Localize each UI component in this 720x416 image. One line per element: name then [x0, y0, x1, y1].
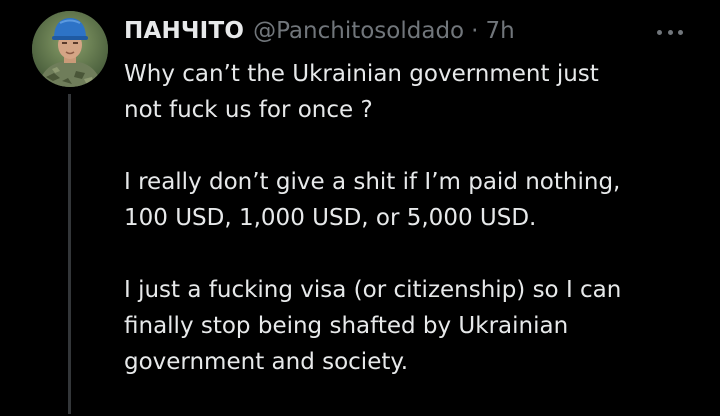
tweet-paragraph-2: I really don’t give a shit if I’m paid n… — [124, 164, 714, 236]
separator-dot: · — [471, 18, 479, 44]
tweet-text-line: finally stop being shafted by Ukrainian — [124, 313, 569, 339]
tweet-text-line: 100 USD, 1,000 USD, or 5,000 USD. — [124, 205, 537, 231]
tweet-text-line: not fuck us for once ? — [124, 97, 373, 123]
tweet-paragraph-3: I just a fucking visa (or citizenship) s… — [124, 272, 714, 380]
tweet-text-line: Why can’t the Ukrainian government just — [124, 61, 599, 87]
avatar-image — [32, 11, 108, 87]
user-handle[interactable]: @Panchitosoldado — [253, 18, 464, 44]
tweet-paragraph-1: Why can’t the Ukrainian government just … — [124, 56, 714, 128]
tweet-text: Why can’t the Ukrainian government just … — [124, 56, 714, 416]
tweet: ПАНЧІТО @Panchitosoldado · 7h Why can’t … — [0, 0, 720, 414]
more-dot — [678, 29, 683, 35]
tweet-header: ПАНЧІТО @Panchitosoldado · 7h — [124, 14, 515, 48]
tweet-text-line: government and society. — [124, 349, 409, 375]
tweet-text-line: I just a fucking visa (or citizenship) s… — [124, 277, 622, 303]
tweet-text-line: I really don’t give a shit if I’m paid n… — [124, 169, 621, 195]
avatar[interactable] — [32, 11, 108, 87]
more-horizontal-icon[interactable] — [657, 28, 683, 36]
more-dot — [667, 29, 673, 35]
display-name[interactable]: ПАНЧІТО — [124, 18, 244, 44]
more-dot — [657, 29, 662, 35]
timestamp[interactable]: 7h — [485, 18, 514, 44]
thread-line — [68, 94, 71, 414]
